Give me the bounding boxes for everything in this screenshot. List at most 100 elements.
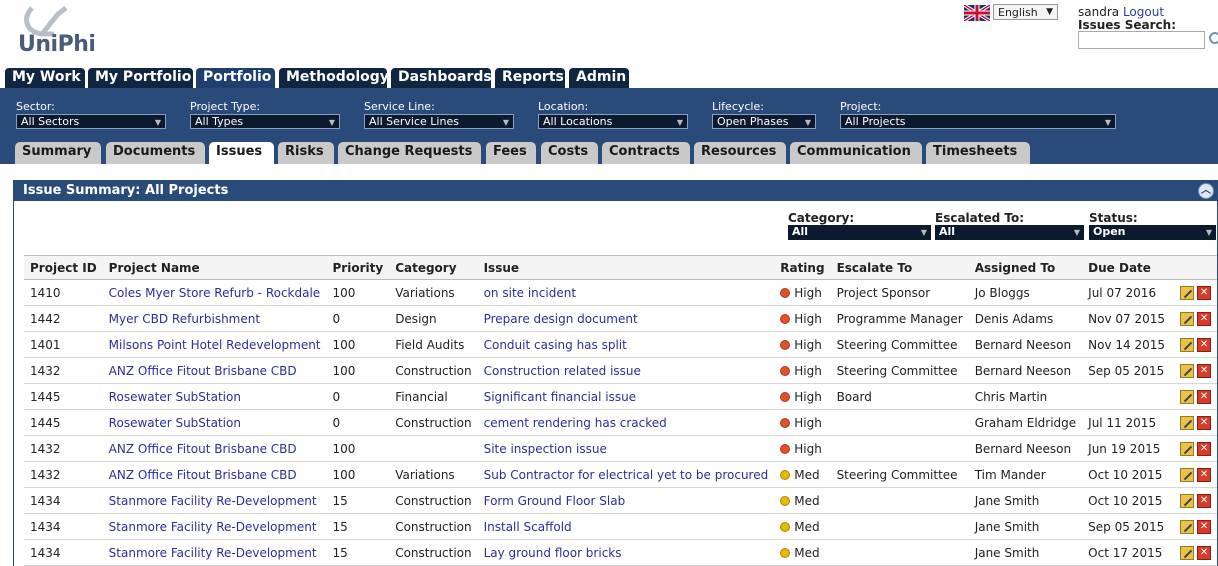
tab-documents[interactable]: Documents [106,142,205,164]
project-name-link[interactable]: Stanmore Facility Re-Development [109,546,317,560]
col-rating[interactable]: Rating [774,255,831,280]
language-select[interactable]: English ▼ [993,4,1058,20]
category-value: Field Audits [395,337,465,352]
sector-select[interactable]: All Sectors ▼ [16,114,166,129]
tab-risks[interactable]: Risks [278,142,334,164]
tab-issues[interactable]: Issues [209,142,274,164]
table-row[interactable]: 1445 Rosewater SubStation 0 Financial Signif… [24,383,1218,410]
nav-tab-my-work[interactable]: My Work [5,68,85,88]
nav-tab-reports[interactable]: Reports [495,68,565,88]
issue-link[interactable]: Construction related issue [484,364,641,378]
delete-icon[interactable]: ✕ [1197,285,1212,300]
nav-tab-admin[interactable]: Admin [569,68,629,88]
delete-icon[interactable]: ✕ [1197,545,1212,560]
edit-icon[interactable] [1180,467,1195,482]
issues-search-input[interactable] [1078,31,1205,49]
project-name-link[interactable]: ANZ Office Fitout Brisbane CBD [109,442,297,456]
project-name-link[interactable]: Coles Myer Store Refurb - Rockdale [109,286,321,300]
search-icon[interactable] [1209,32,1218,44]
table-row[interactable]: 1434 Stanmore Facility Re-Development 15 Co… [24,513,1218,540]
delete-icon[interactable]: ✕ [1197,389,1212,404]
table-row[interactable]: 1432 ANZ Office Fitout Brisbane CBD 100 Con… [24,357,1218,384]
nav-tab-portfolio[interactable]: Portfolio [196,68,275,88]
table-row[interactable]: 1410 Coles Myer Store Refurb - Rockdale 10… [24,279,1218,306]
project-name-link[interactable]: ANZ Office Fitout Brisbane CBD [109,468,297,482]
col-assigned-to[interactable]: Assigned To [968,255,1083,280]
tab-fees[interactable]: Fees [486,142,536,164]
col-category[interactable]: Category [389,255,478,280]
edit-icon[interactable] [1180,389,1195,404]
tab-costs[interactable]: Costs [541,142,598,164]
delete-icon[interactable]: ✕ [1197,493,1212,508]
table-row[interactable]: 1432 ANZ Office Fitout Brisbane CBD 100 Var… [24,461,1218,488]
nav-tab-dashboards[interactable]: Dashboards [391,68,492,88]
issue-link[interactable]: Conduit casing has split [484,338,627,352]
edit-icon[interactable] [1180,337,1195,352]
project-name-link[interactable]: Myer CBD Refurbishment [109,312,260,326]
delete-icon[interactable]: ✕ [1197,311,1212,326]
col-priority[interactable]: Priority [326,255,390,280]
service-line-select[interactable]: All Service Lines ▼ [364,114,514,129]
location-select[interactable]: All Locations ▼ [538,114,688,129]
delete-icon[interactable]: ✕ [1197,441,1212,456]
issue-link[interactable]: Sub Contractor for electrical yet to be … [484,468,769,482]
edit-icon[interactable] [1180,363,1195,378]
table-row[interactable]: 1442 Myer CBD Refurbishment 0 Design Prepare… [24,305,1218,332]
project-name-link[interactable]: Rosewater SubStation [109,390,241,404]
nav-tab-methodology[interactable]: Methodology [279,68,389,88]
issue-link[interactable]: Form Ground Floor Slab [484,494,626,508]
issue-link[interactable]: Prepare design document [484,312,638,326]
tab-communication[interactable]: Communication [790,142,922,164]
nav-tab-my-portfolio[interactable]: My Portfolio [88,68,193,88]
tab-summary[interactable]: Summary [15,142,101,164]
issue-link[interactable]: Lay ground floor bricks [484,546,622,560]
project-name-link[interactable]: Rosewater SubStation [109,416,241,430]
table-row[interactable]: 1434 Stanmore Facility Re-Development 15 Co… [24,539,1218,566]
edit-icon[interactable] [1180,285,1195,300]
project-name-link[interactable]: Stanmore Facility Re-Development [109,520,317,534]
project-name-link[interactable]: Stanmore Facility Re-Development [109,494,317,508]
edit-icon[interactable] [1180,311,1195,326]
tab-resources[interactable]: Resources [694,142,786,164]
delete-icon[interactable]: ✕ [1197,415,1212,430]
issue-link[interactable]: cement rendering has cracked [484,416,667,430]
status-select[interactable]: Open ▼ [1089,225,1216,240]
delete-icon[interactable]: ✕ [1197,467,1212,482]
issue-link[interactable]: Significant financial issue [484,390,637,404]
tab-timesheets[interactable]: Timesheets [926,142,1030,164]
issue-link[interactable]: on site incident [484,286,576,300]
chevron-down-icon: ▼ [804,118,811,127]
project-type-select[interactable]: All Types ▼ [190,114,340,129]
delete-icon[interactable]: ✕ [1197,337,1212,352]
edit-icon[interactable] [1180,441,1195,456]
category-value: Construction [395,545,472,560]
collapse-icon[interactable]: ︿ [1198,183,1214,199]
table-row[interactable]: 1432 ANZ Office Fitout Brisbane CBD 100 Sit… [24,435,1218,462]
delete-icon[interactable]: ✕ [1197,363,1212,378]
tab-contracts[interactable]: Contracts [602,142,690,164]
col-project-name[interactable]: Project Name [102,255,327,280]
col-escalate-to[interactable]: Escalate To [830,255,969,280]
project-select[interactable]: All Projects ▼ [840,114,1116,129]
col-due-date[interactable]: Due Date [1082,255,1172,280]
escalated-to-select[interactable]: All ▼ [935,225,1084,240]
col-issue[interactable]: Issue [477,255,775,280]
edit-icon[interactable] [1180,493,1195,508]
issue-link[interactable]: Site inspection issue [484,442,607,456]
table-row[interactable]: 1445 Rosewater SubStation 0 Construction cem… [24,409,1218,436]
lifecycle-select[interactable]: Open Phases ▼ [712,114,816,129]
logout-link[interactable]: Logout [1123,5,1164,19]
table-row[interactable]: 1401 Milsons Point Hotel Redevelopment 100… [24,331,1218,358]
project-name-link[interactable]: Milsons Point Hotel Redevelopment [109,338,321,352]
edit-icon[interactable] [1180,415,1195,430]
category-select[interactable]: All ▼ [788,225,931,240]
issue-link[interactable]: Install Scaffold [484,520,572,534]
table-row[interactable]: 1434 Stanmore Facility Re-Development 15 Co… [24,487,1218,514]
col-project-id[interactable]: Project ID [24,255,103,280]
edit-icon[interactable] [1180,519,1195,534]
edit-icon[interactable] [1180,545,1195,560]
project-id: 1432 [30,467,61,482]
delete-icon[interactable]: ✕ [1197,519,1212,534]
tab-change-requests[interactable]: Change Requests [338,142,481,164]
project-name-link[interactable]: ANZ Office Fitout Brisbane CBD [109,364,297,378]
